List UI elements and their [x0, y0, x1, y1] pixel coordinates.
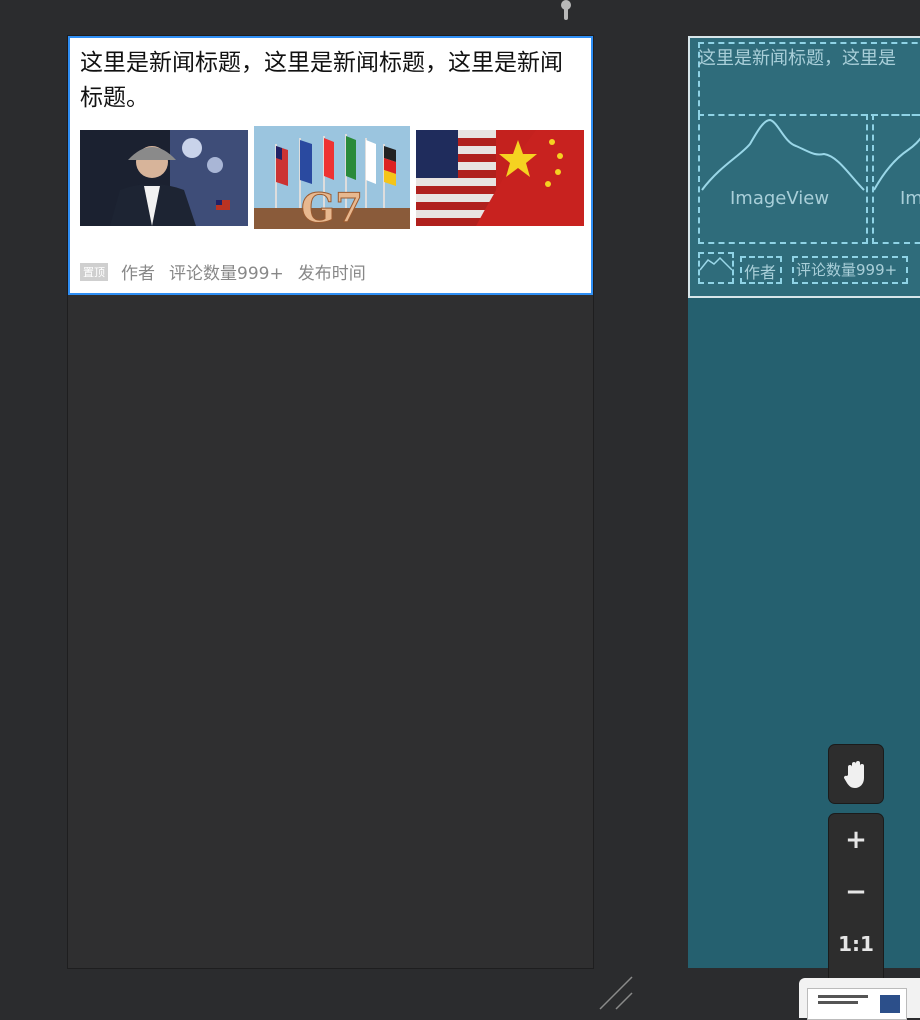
hand-tool-button[interactable] — [829, 745, 883, 803]
blueprint-badge-icon — [700, 256, 732, 271]
zoom-in-button[interactable]: + — [829, 814, 883, 866]
top-badge: 置顶 — [80, 262, 108, 281]
frame-pin-icon[interactable] — [560, 0, 572, 20]
blueprint-image-placeholder-icon-2 — [874, 137, 920, 191]
blueprint-image-placeholder-icon — [701, 118, 865, 191]
news-meta-row: 置顶 作者 评论数量999+ 发布时间 — [80, 259, 380, 284]
zoom-out-button[interactable]: − — [829, 866, 883, 918]
news-thumbnail-2: G7 — [254, 126, 410, 229]
news-thumbnail-3 — [416, 130, 584, 226]
comment-count: 评论数量999+ — [169, 264, 284, 284]
blueprint-image-label-1: ImageView — [730, 188, 830, 209]
blueprint-news-card[interactable]: 这里是新闻标题，这里是 ImageView Im 作者 评论数量999+ — [688, 36, 920, 298]
news-thumbnail-1 — [80, 130, 248, 226]
publish-time: 发布时间 — [297, 264, 366, 284]
blueprint-title-text: 这里是新闻标题，这里是 — [698, 48, 896, 69]
blueprint-comments-text: 评论数量999+ — [796, 261, 898, 279]
zoom-toolbar: + − 1:1 — [829, 814, 883, 984]
blueprint-author-text: 作者 — [744, 263, 777, 282]
author-label: 作者 — [121, 264, 155, 284]
reset-zoom-button[interactable]: 1:1 — [829, 918, 883, 970]
g7-text: G7 — [301, 185, 363, 229]
news-item-card[interactable]: 这里是新闻标题，这里是新闻标题，这里是新闻标题。 G7 置顶 作者 评论数量99… — [68, 36, 593, 295]
blueprint-device-frame[interactable]: 这里是新闻标题，这里是 ImageView Im 作者 评论数量999+ — [688, 36, 920, 968]
resize-handle-icon[interactable] — [598, 975, 634, 1011]
minimap-panel[interactable] — [799, 978, 920, 1020]
news-title: 这里是新闻标题，这里是新闻标题，这里是新闻标题。 — [80, 50, 563, 111]
design-device-frame[interactable]: 这里是新闻标题，这里是新闻标题，这里是新闻标题。 G7 置顶 作者 评论数量99… — [68, 36, 593, 968]
hand-icon[interactable] — [829, 745, 883, 803]
minimap-preview — [807, 988, 907, 1020]
blueprint-image-label-2: Im — [900, 188, 920, 209]
